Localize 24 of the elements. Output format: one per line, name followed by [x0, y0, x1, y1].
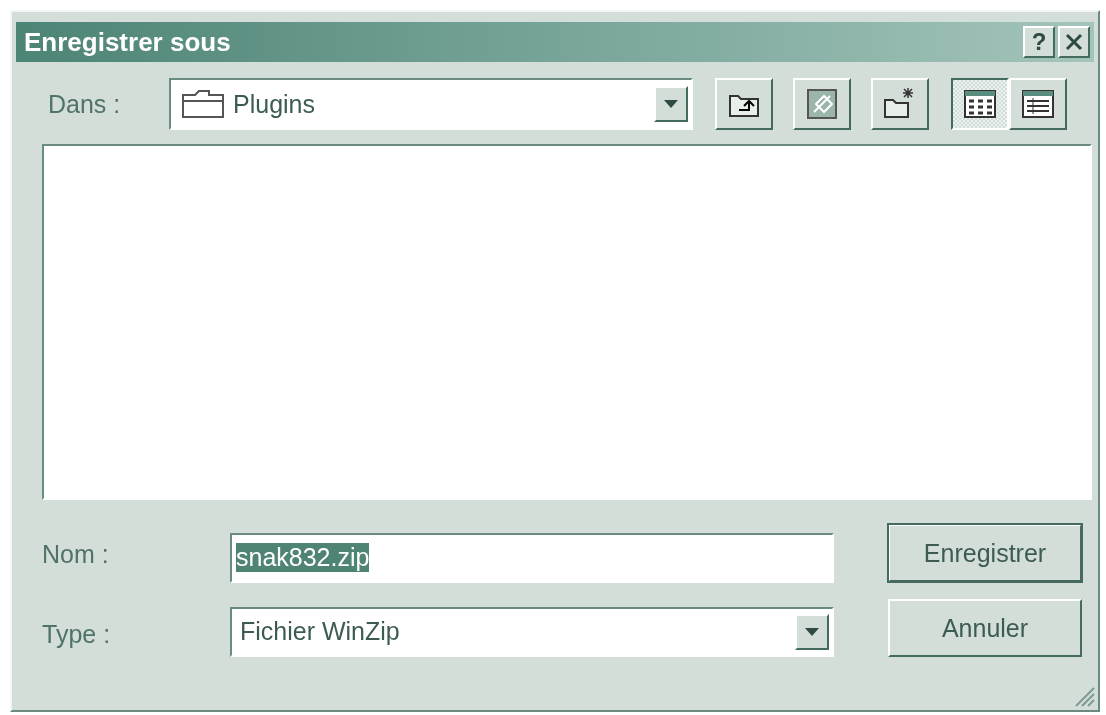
location-value: Plugins	[233, 89, 315, 119]
location-label: Dans :	[48, 89, 122, 119]
type-label: Type :	[42, 620, 111, 649]
close-icon	[1065, 33, 1083, 51]
new-folder-button[interactable]	[871, 78, 929, 130]
cancel-button[interactable]: Annuler	[888, 599, 1082, 657]
desktop-button[interactable]	[793, 78, 851, 130]
file-name-value: snak832.zip	[236, 543, 370, 572]
help-button[interactable]: ?	[1023, 26, 1055, 58]
file-type-value: Fichier WinZip	[240, 617, 400, 646]
desktop-icon	[804, 86, 840, 122]
location-dropdown[interactable]: Plugins	[169, 78, 693, 130]
dropdown-arrow-icon	[805, 627, 819, 636]
up-folder-button[interactable]	[715, 78, 773, 130]
folder-icon	[181, 89, 227, 119]
name-label: Nom :	[42, 540, 110, 569]
save-button[interactable]: Enregistrer	[888, 524, 1082, 582]
list-view-button[interactable]	[951, 78, 1009, 130]
file-type-dropdown[interactable]: Fichier WinZip	[230, 606, 834, 657]
details-view-button[interactable]	[1009, 78, 1067, 130]
file-name-field[interactable]: snak832.zip	[230, 532, 834, 583]
window-title: Enregistrer sous	[24, 26, 232, 58]
close-button[interactable]	[1058, 26, 1090, 58]
dropdown-arrow-icon	[664, 100, 678, 108]
